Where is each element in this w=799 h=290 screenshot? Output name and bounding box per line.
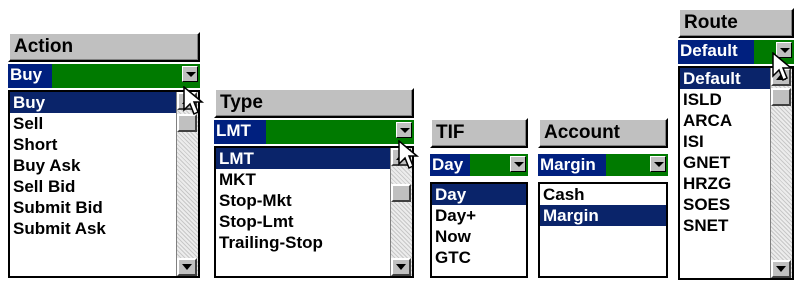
tif-selected-value: Day: [430, 154, 470, 176]
type-option-stop-mkt[interactable]: Stop-Mkt: [216, 190, 390, 211]
action-option-buy-ask[interactable]: Buy Ask: [10, 155, 176, 176]
tif-items: Day Day+ Now GTC: [432, 184, 526, 268]
type-option-lmt[interactable]: LMT: [216, 148, 390, 169]
type-option-mkt[interactable]: MKT: [216, 169, 390, 190]
account-widget: Account Margin Cash Margin: [538, 118, 668, 278]
mouse-cursor-icon: [772, 52, 794, 82]
type-scroll-thumb[interactable]: [391, 184, 411, 202]
route-option-arca[interactable]: ARCA: [680, 110, 770, 131]
route-option-hrzg[interactable]: HRZG: [680, 173, 770, 194]
route-list: Default ISLD ARCA ISI GNET HRZG SOES SNE…: [678, 66, 794, 280]
action-header: Action: [8, 32, 200, 62]
action-option-submit-bid[interactable]: Submit Bid: [10, 197, 176, 218]
tif-option-now[interactable]: Now: [432, 226, 526, 247]
type-option-stop-lmt[interactable]: Stop-Lmt: [216, 211, 390, 232]
action-scrollbar[interactable]: [176, 92, 198, 276]
action-scroll-thumb[interactable]: [177, 114, 197, 132]
account-header: Account: [538, 118, 668, 148]
route-option-isi[interactable]: ISI: [680, 131, 770, 152]
type-option-trailing-stop[interactable]: Trailing-Stop: [216, 232, 390, 253]
type-widget: Type LMT LMT MKT Stop-Mkt Stop-Lmt Trail…: [214, 88, 414, 278]
action-widget: Action Buy Buy Sell Short Buy Ask Sell B…: [8, 32, 200, 278]
type-items: LMT MKT Stop-Mkt Stop-Lmt Trailing-Stop: [216, 148, 390, 253]
route-option-snet[interactable]: SNET: [680, 215, 770, 236]
type-dropdown-arrow-icon[interactable]: [396, 122, 412, 138]
route-option-soes[interactable]: SOES: [680, 194, 770, 215]
tif-widget: TIF Day Day Day+ Now GTC: [430, 118, 528, 278]
tif-header: TIF: [430, 118, 528, 148]
account-list: Cash Margin: [538, 182, 668, 278]
action-scroll-down-icon[interactable]: [177, 258, 197, 276]
account-dropdown-arrow-icon[interactable]: [650, 156, 666, 172]
tif-option-day-plus[interactable]: Day+: [432, 205, 526, 226]
route-option-default[interactable]: Default: [680, 68, 770, 89]
type-list: LMT MKT Stop-Mkt Stop-Lmt Trailing-Stop: [214, 146, 414, 278]
action-option-buy[interactable]: Buy: [10, 92, 176, 113]
tif-combo[interactable]: Day: [430, 154, 528, 176]
type-header: Type: [214, 88, 414, 118]
route-scroll-thumb[interactable]: [771, 88, 791, 106]
action-option-short[interactable]: Short: [10, 134, 176, 155]
tif-list: Day Day+ Now GTC: [430, 182, 528, 278]
account-option-cash[interactable]: Cash: [540, 184, 666, 205]
route-selected-value: Default: [678, 40, 754, 64]
route-items: Default ISLD ARCA ISI GNET HRZG SOES SNE…: [680, 68, 770, 236]
mouse-cursor-icon: [398, 140, 420, 170]
route-scrollbar[interactable]: [770, 68, 792, 278]
route-option-gnet[interactable]: GNET: [680, 152, 770, 173]
action-selected-value: Buy: [8, 64, 52, 88]
action-combo[interactable]: Buy: [8, 64, 200, 88]
type-selected-value: LMT: [214, 120, 266, 144]
account-option-margin[interactable]: Margin: [540, 205, 666, 226]
action-items: Buy Sell Short Buy Ask Sell Bid Submit B…: [10, 92, 176, 239]
action-option-submit-ask[interactable]: Submit Ask: [10, 218, 176, 239]
action-list: Buy Sell Short Buy Ask Sell Bid Submit B…: [8, 90, 200, 278]
route-widget: Route Default Default ISLD ARCA ISI GNET…: [678, 8, 794, 280]
route-scroll-down-icon[interactable]: [771, 260, 791, 278]
account-combo[interactable]: Margin: [538, 154, 668, 176]
type-scroll-down-icon[interactable]: [391, 258, 411, 276]
route-option-isld[interactable]: ISLD: [680, 89, 770, 110]
route-header: Route: [678, 8, 794, 38]
tif-option-day[interactable]: Day: [432, 184, 526, 205]
mouse-cursor-icon: [183, 86, 205, 116]
action-option-sell[interactable]: Sell: [10, 113, 176, 134]
tif-dropdown-arrow-icon[interactable]: [510, 156, 526, 172]
type-combo[interactable]: LMT: [214, 120, 414, 144]
action-option-sell-bid[interactable]: Sell Bid: [10, 176, 176, 197]
account-selected-value: Margin: [538, 154, 606, 176]
tif-option-gtc[interactable]: GTC: [432, 247, 526, 268]
action-dropdown-arrow-icon[interactable]: [182, 66, 198, 82]
account-items: Cash Margin: [540, 184, 666, 226]
